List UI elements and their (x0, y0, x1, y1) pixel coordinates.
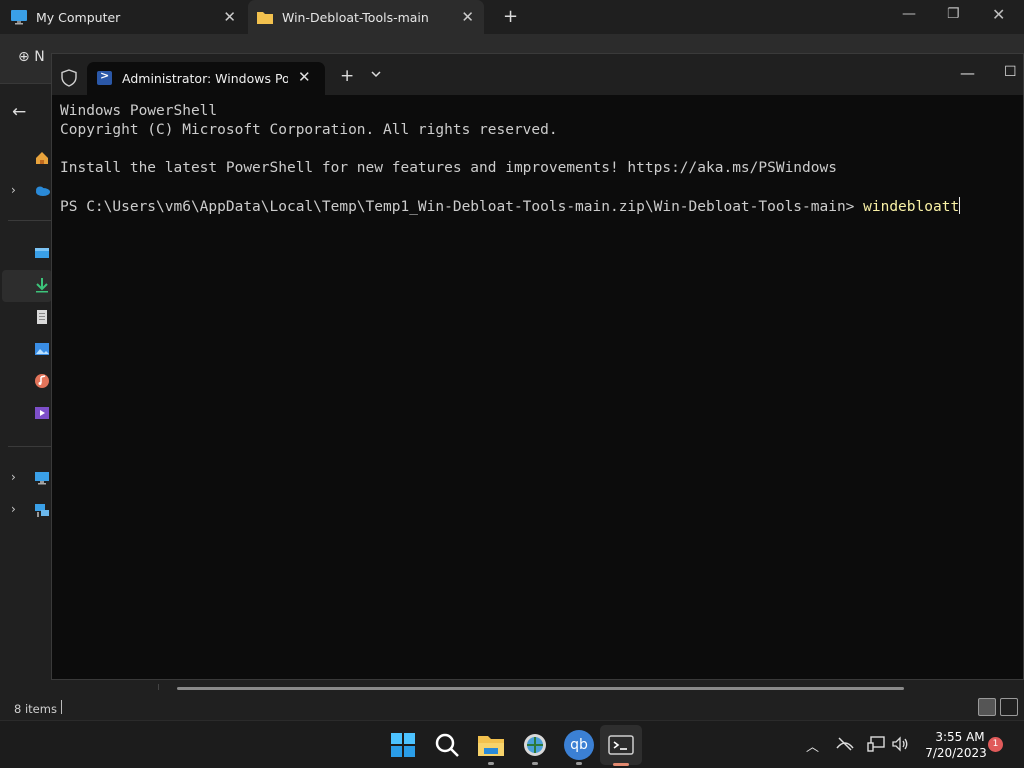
command-input[interactable]: windebloatt (863, 199, 959, 215)
restore-icon[interactable]: ❐ (947, 6, 960, 22)
chevron-right-icon[interactable]: › (11, 183, 16, 197)
maximize-icon[interactable]: ☐ (1004, 64, 1017, 80)
close-icon[interactable]: ✕ (298, 68, 311, 86)
display-icon[interactable] (867, 736, 885, 752)
console-line: Install the latest PowerShell for new fe… (60, 160, 837, 176)
running-indicator (488, 762, 494, 765)
close-icon[interactable]: ✕ (992, 5, 1005, 24)
videos-icon[interactable] (34, 405, 50, 421)
shield-icon (61, 69, 77, 87)
home-icon[interactable] (34, 150, 50, 166)
network-disconnected-icon[interactable] (836, 736, 854, 752)
desktop-icon[interactable] (34, 245, 50, 261)
console-line: Windows PowerShell (60, 103, 218, 119)
close-icon[interactable]: ✕ (223, 8, 236, 26)
qbittorrent-label: qb (570, 737, 588, 753)
chevron-right-icon[interactable]: › (11, 502, 16, 516)
status-bar: 8 items (0, 690, 1024, 720)
active-indicator (613, 763, 629, 766)
file-explorer-icon[interactable] (476, 730, 506, 760)
powershell-icon: > (97, 69, 112, 85)
divider (61, 700, 62, 714)
minimize-icon[interactable]: — (902, 6, 916, 22)
terminal-icon[interactable] (606, 730, 636, 760)
terminal-tab-title: Administrator: Windows PowerShell (122, 71, 288, 86)
running-indicator (532, 762, 538, 765)
minimize-icon[interactable]: — (960, 64, 975, 82)
installer-globe-icon[interactable] (520, 730, 550, 760)
divider (8, 220, 52, 221)
folder-icon (257, 11, 273, 24)
volume-icon[interactable] (891, 736, 909, 752)
terminal-tab-bar: > Administrator: Windows PowerShell ✕ + … (52, 54, 1023, 95)
music-icon[interactable] (34, 373, 50, 389)
explorer-tab-label: Win-Debloat-Tools-main (282, 9, 429, 25)
divider (8, 446, 52, 447)
navigation-pane: ← › › › (0, 84, 52, 680)
explorer-tab-label: My Computer (36, 9, 121, 25)
terminal-tab-powershell[interactable]: > Administrator: Windows PowerShell ✕ (87, 62, 325, 95)
documents-icon[interactable] (34, 309, 50, 325)
chevron-down-icon[interactable] (370, 68, 382, 80)
onedrive-icon[interactable] (34, 182, 50, 198)
start-icon[interactable] (388, 730, 418, 760)
explorer-tab-win-debloat[interactable]: Win-Debloat-Tools-main ✕ (248, 0, 484, 34)
prompt: PS C:\Users\vm6\AppData\Local\Temp\Temp1… (60, 199, 864, 215)
this-pc-icon[interactable] (34, 470, 50, 486)
qbittorrent-icon[interactable]: qb (564, 730, 594, 760)
running-indicator (576, 762, 582, 765)
monitor-icon (11, 10, 27, 25)
taskbar: qb ︿ 3:55 AM 7/20/2023 1 (0, 720, 1024, 768)
pictures-icon[interactable] (34, 341, 50, 357)
text-cursor (959, 197, 961, 214)
tiles-view-icon[interactable] (1000, 698, 1018, 716)
new-button-label: N (34, 49, 45, 65)
chevron-up-icon[interactable]: ︿ (806, 736, 819, 755)
new-tab-button[interactable]: + (340, 66, 354, 86)
downloads-icon[interactable] (34, 277, 50, 293)
clock-time[interactable]: 3:55 AM (930, 730, 990, 744)
console-output[interactable]: Windows PowerShell Copyright (C) Microso… (60, 102, 961, 217)
terminal-window: > Administrator: Windows PowerShell ✕ + … (51, 53, 1024, 680)
clock-date[interactable]: 7/20/2023 (922, 746, 990, 760)
notification-badge[interactable]: 1 (988, 737, 1003, 752)
console-line: Copyright (C) Microsoft Corporation. All… (60, 122, 558, 138)
back-arrow-icon[interactable]: ← (12, 102, 26, 122)
search-icon[interactable] (432, 730, 462, 760)
chevron-right-icon[interactable]: › (11, 470, 16, 484)
new-button[interactable]: ⊕ N (18, 49, 45, 65)
item-count: 8 items (14, 702, 57, 716)
explorer-tab-bar: My Computer ✕ Win-Debloat-Tools-main ✕ +… (0, 0, 1024, 34)
new-tab-button[interactable]: + (503, 6, 518, 27)
explorer-tab-my-computer[interactable]: My Computer ✕ (10, 0, 246, 34)
details-view-icon[interactable] (978, 698, 996, 716)
network-icon[interactable] (34, 502, 50, 518)
close-icon[interactable]: ✕ (461, 8, 474, 26)
